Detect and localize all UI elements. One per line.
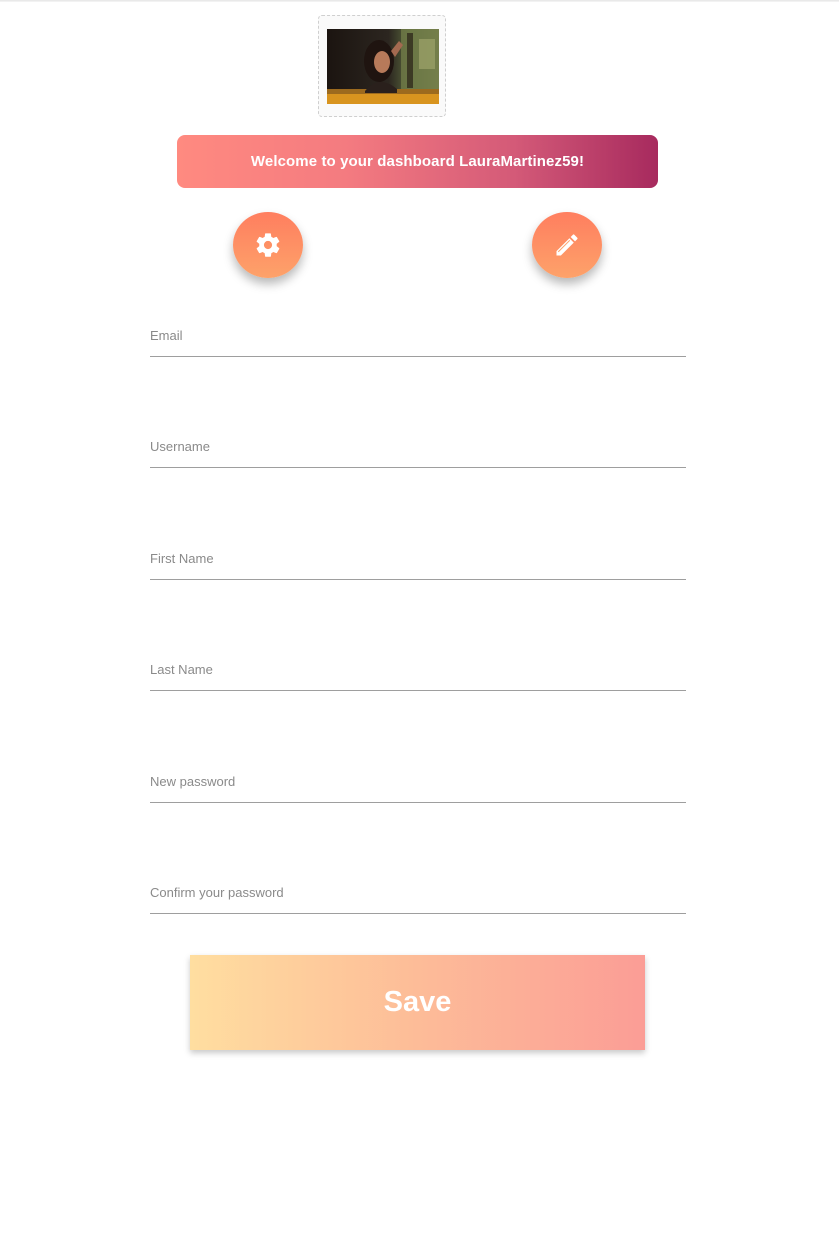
first-name-input[interactable] <box>150 539 686 579</box>
username-input[interactable] <box>150 427 686 467</box>
welcome-banner: Welcome to your dashboard LauraMartinez5… <box>177 135 658 188</box>
last-name-field[interactable]: Last Name <box>150 650 686 691</box>
save-label: Save <box>383 986 452 1018</box>
edit-button[interactable] <box>532 212 602 278</box>
first-name-field[interactable]: First Name <box>150 539 686 580</box>
save-button[interactable]: Save <box>190 955 645 1050</box>
gear-icon <box>256 233 280 257</box>
last-name-input[interactable] <box>150 650 686 690</box>
settings-button[interactable] <box>233 212 303 278</box>
avatar <box>327 29 439 104</box>
new-password-input[interactable] <box>150 762 686 802</box>
confirm-password-input[interactable] <box>150 873 686 913</box>
username-field[interactable]: Username <box>150 427 686 468</box>
new-password-field[interactable]: New password <box>150 762 686 803</box>
pencil-icon <box>556 234 578 256</box>
email-input[interactable] <box>150 316 686 356</box>
email-field[interactable]: Email <box>150 316 686 357</box>
confirm-password-field[interactable]: Confirm your password <box>150 873 686 914</box>
top-divider <box>0 0 839 2</box>
avatar-upload-frame[interactable] <box>318 15 446 117</box>
welcome-text: Welcome to your dashboard LauraMartinez5… <box>250 153 585 170</box>
